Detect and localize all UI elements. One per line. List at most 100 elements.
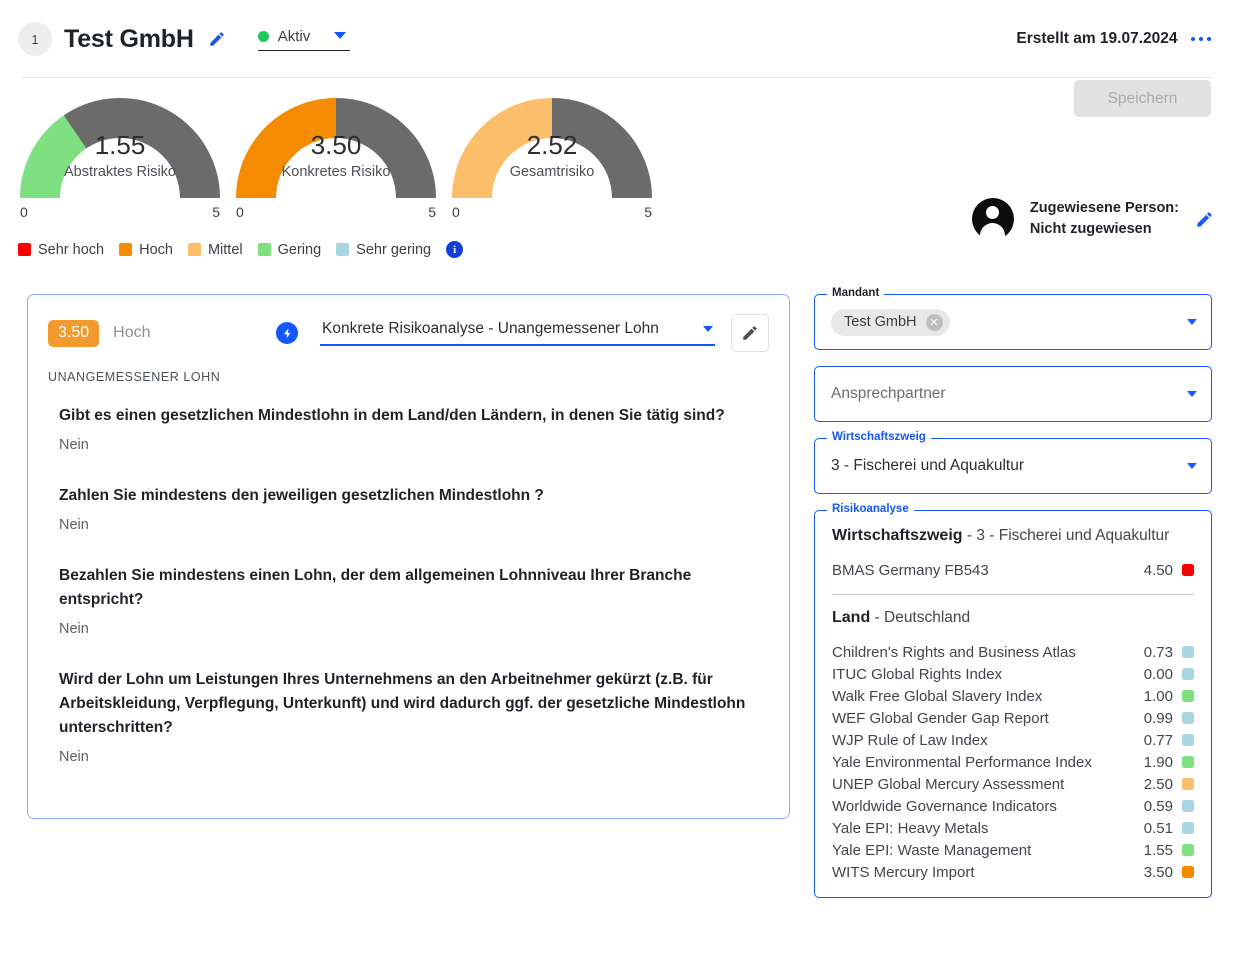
index-value: 2.50 <box>1144 776 1173 793</box>
index-value: 0.51 <box>1144 820 1173 837</box>
table-row: WEF Global Gender Gap Report0.99 <box>832 707 1194 729</box>
risk-legend: Sehr hoch Hoch Mittel Gering Sehr gering… <box>18 241 463 258</box>
question-text: Gibt es einen gesetzlichen Mindestlohn i… <box>59 404 769 428</box>
ansprechpartner-placeholder: Ansprechpartner <box>831 385 946 403</box>
mandant-chip: Test GmbH ✕ <box>831 309 950 336</box>
close-circle-icon[interactable]: ✕ <box>926 314 943 331</box>
analysis-select[interactable]: Konkrete Risikoanalyse - Unangemessener … <box>320 320 715 346</box>
table-row: Walk Free Global Slavery Index1.00 <box>832 685 1194 707</box>
index-value: 3.50 <box>1144 864 1173 881</box>
group-title: Wirtschaftszweig <box>832 527 963 544</box>
mandant-chip-label: Test GmbH <box>844 314 917 330</box>
assigned-person: Zugewiesene Person: Nicht zugewiesen <box>972 198 1214 240</box>
assigned-person-text: Zugewiesene Person: Nicht zugewiesen <box>1030 198 1179 239</box>
index-name: Walk Free Global Slavery Index <box>832 688 1144 705</box>
index-color-swatch <box>1182 690 1194 702</box>
risikoanalyse-label: Risikoanalyse <box>827 503 914 515</box>
index-color-swatch <box>1182 822 1194 834</box>
record-number-badge: 1 <box>18 22 52 56</box>
mandant-select[interactable]: Mandant Test GmbH ✕ <box>814 294 1212 350</box>
index-list: Children's Rights and Business Atlas0.73… <box>832 641 1194 883</box>
legend-swatch <box>18 243 31 256</box>
question-text: Bezahlen Sie mindestens einen Lohn, der … <box>59 564 769 612</box>
risk-analysis-card: 3.50 Hoch Konkrete Risikoanalyse - Unang… <box>27 294 790 819</box>
index-color-swatch <box>1182 712 1194 724</box>
index-name: WEF Global Gender Gap Report <box>832 710 1144 727</box>
gauge-max-label: 5 <box>212 204 220 220</box>
status-label: Aktiv <box>278 28 318 45</box>
table-row: Yale EPI: Heavy Metals0.51 <box>832 817 1194 839</box>
index-name: Children's Rights and Business Atlas <box>832 644 1144 661</box>
index-name: Yale EPI: Waste Management <box>832 842 1144 859</box>
group-header-wirtschaftszweig: Wirtschaftszweig - 3 - Fischerei und Aqu… <box>832 527 1194 545</box>
legend-label: Hoch <box>139 242 173 258</box>
analysis-select-value: Konkrete Risikoanalyse - Unangemessener … <box>322 320 659 338</box>
edit-assignee-pencil-icon[interactable] <box>1195 210 1214 229</box>
risikoanalyse-panel: Risikoanalyse Wirtschaftszweig - 3 - Fis… <box>814 510 1212 898</box>
score-badge: 3.50 <box>48 320 99 347</box>
section-kicker: UNANGEMESSENER LOHN <box>48 370 769 384</box>
save-button[interactable]: Speichern <box>1074 80 1211 117</box>
gauge-value: 3.50 <box>236 132 436 159</box>
legend-label: Gering <box>278 242 322 258</box>
index-name: Yale EPI: Heavy Metals <box>832 820 1144 837</box>
legend-item: Mittel <box>188 242 243 258</box>
wirtschaftszweig-select[interactable]: Wirtschaftszweig 3 - Fischerei und Aquak… <box>814 438 1212 494</box>
index-name: WJP Rule of Law Index <box>832 732 1144 749</box>
question-answer: Nein <box>59 517 769 533</box>
index-value: 4.50 <box>1144 562 1173 579</box>
mandant-label: Mandant <box>827 287 884 299</box>
assigned-person-line1: Zugewiesene Person: <box>1030 198 1179 219</box>
table-row: BMAS Germany FB543 4.50 <box>832 559 1194 581</box>
question-item: Zahlen Sie mindestens den jeweiligen ges… <box>59 484 769 533</box>
index-color-swatch <box>1182 646 1194 658</box>
ansprechpartner-select[interactable]: Ansprechpartner <box>814 366 1212 422</box>
question-answer: Nein <box>59 749 769 765</box>
person-icon <box>972 198 1014 240</box>
index-value: 1.55 <box>1144 842 1173 859</box>
legend-swatch <box>119 243 132 256</box>
details-sidebar: Mandant Test GmbH ✕ Ansprechpartner Wirt… <box>814 294 1212 898</box>
chevron-down-icon <box>1187 391 1197 397</box>
index-value: 0.59 <box>1144 798 1173 815</box>
status-dropdown[interactable]: Aktiv <box>258 28 350 51</box>
legend-swatch <box>258 243 271 256</box>
index-value: 0.99 <box>1144 710 1173 727</box>
more-horizontal-icon[interactable] <box>1191 33 1212 46</box>
gauge-max-label: 5 <box>644 204 652 220</box>
index-color-swatch <box>1182 668 1194 680</box>
lightning-bolt-icon[interactable] <box>276 322 298 344</box>
summary-area: 1.55 Abstraktes Risiko 0 5 3.50 Konkrete… <box>0 78 1235 294</box>
page-title: Test GmbH <box>64 25 194 54</box>
legend-item: Gering <box>258 242 322 258</box>
index-name: UNEP Global Mercury Assessment <box>832 776 1144 793</box>
index-name: WITS Mercury Import <box>832 864 1144 881</box>
legend-item: Sehr hoch <box>18 242 104 258</box>
question-answer: Nein <box>59 437 769 453</box>
question-item: Wird der Lohn um Leistungen Ihres Untern… <box>59 668 769 765</box>
index-value: 0.77 <box>1144 732 1173 749</box>
index-color-swatch <box>1182 844 1194 856</box>
index-name: BMAS Germany FB543 <box>832 562 1144 579</box>
gauge-gesamtrisiko: 2.52 Gesamtrisiko 0 5 <box>452 98 652 220</box>
divider <box>832 594 1194 595</box>
question-item: Gibt es einen gesetzlichen Mindestlohn i… <box>59 404 769 453</box>
gauge-label: Konkretes Risiko <box>236 164 436 180</box>
wirtschaftszweig-value: 3 - Fischerei und Aquakultur <box>831 457 1024 475</box>
index-color-swatch <box>1182 734 1194 746</box>
gauge-min-label: 0 <box>236 204 244 220</box>
question-text: Wird der Lohn um Leistungen Ihres Untern… <box>59 668 769 740</box>
wirtschaftszweig-label: Wirtschaftszweig <box>827 431 931 443</box>
chevron-down-icon <box>334 32 346 39</box>
edit-title-pencil-icon[interactable] <box>208 30 226 48</box>
edit-analysis-button[interactable] <box>731 314 769 352</box>
gauge-value: 2.52 <box>452 132 652 159</box>
gauge-min-label: 0 <box>452 204 460 220</box>
question-list: Gibt es einen gesetzlichen Mindestlohn i… <box>48 404 769 765</box>
gauge-min-label: 0 <box>20 204 28 220</box>
group-subtitle: - 3 - Fischerei und Aquakultur <box>967 527 1169 544</box>
gauge-max-label: 5 <box>428 204 436 220</box>
group-header-land: Land - Deutschland <box>832 609 1194 627</box>
status-dot-icon <box>258 31 269 42</box>
info-icon[interactable]: i <box>446 241 463 258</box>
